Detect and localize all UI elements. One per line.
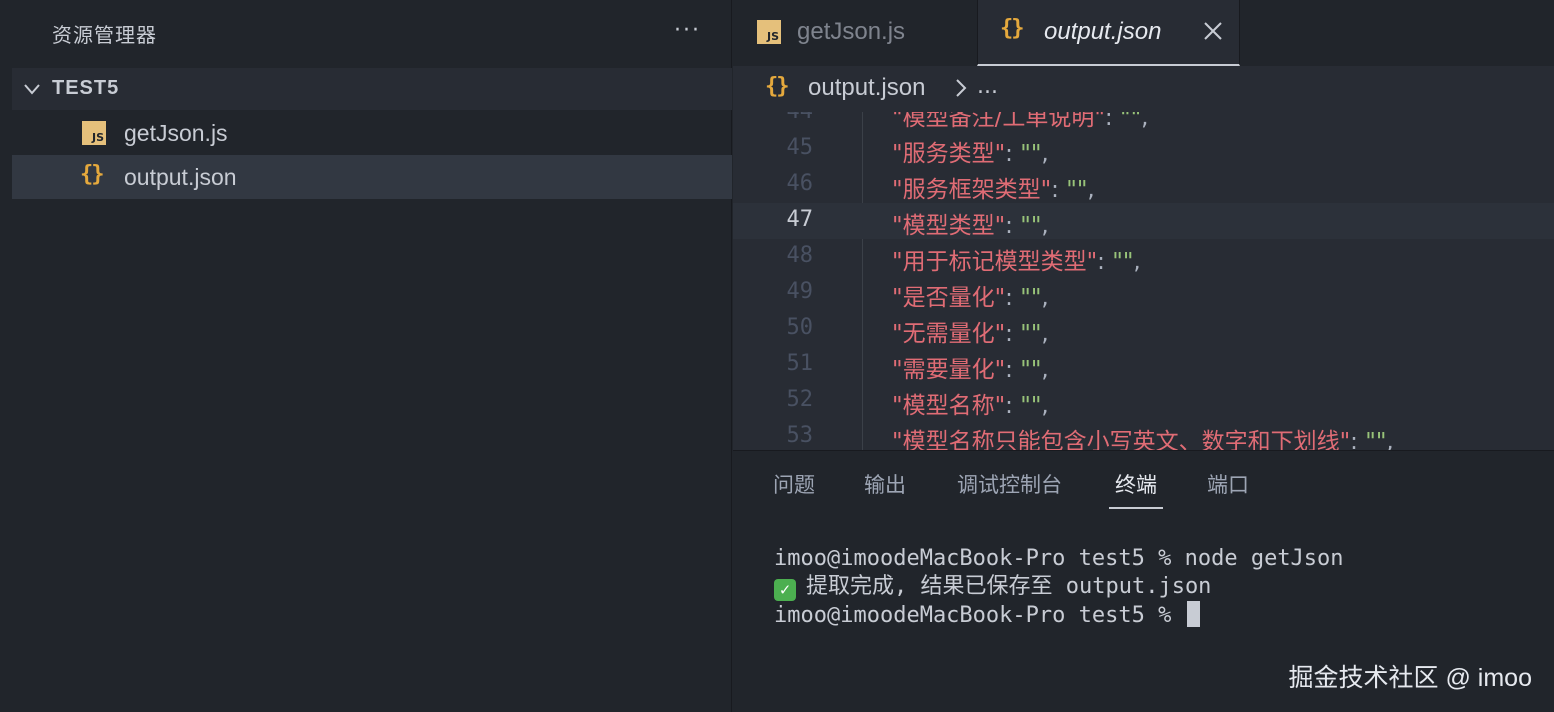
line-text: "服务框架类型": "",	[892, 177, 1095, 203]
line-number: 51	[786, 351, 814, 376]
json-key: "模型备注/工单说明"	[892, 112, 1105, 131]
line-number: 52	[786, 387, 814, 412]
file-name: getJson.js	[124, 120, 228, 146]
line-number: 47	[786, 207, 814, 232]
editor-tab-bar: JS getJson.js {} output.json	[733, 0, 1554, 66]
panel-tab-ports[interactable]: 端口	[1207, 469, 1249, 509]
line-text: "无需量化": "",	[892, 321, 1049, 347]
json-key: "模型名称只能包含小写英文、数字和下划线"	[892, 429, 1351, 450]
line-text: "服务类型": "",	[892, 141, 1049, 167]
terminal-cursor	[1186, 601, 1200, 627]
terminal-message: 提取完成, 结果已保存至 output.json	[806, 574, 1212, 599]
json-key: "无需量化"	[892, 321, 1006, 347]
explorer-header: 资源管理器 ···	[0, 0, 732, 64]
terminal-output[interactable]: imoo@imoodeMacBook-Pro test5 % node getJ…	[774, 545, 1344, 629]
terminal-prompt: imoo@imoodeMacBook-Pro test5 %	[774, 603, 1185, 628]
json-value: ""	[1112, 249, 1134, 275]
tab-output-json[interactable]: {} output.json	[977, 0, 1240, 66]
code-line[interactable]: 46 "服务框架类型": "",	[733, 167, 1554, 203]
line-number: 49	[786, 279, 814, 304]
line-number: 44	[733, 112, 814, 124]
json-value: ""	[1020, 141, 1042, 167]
ellipsis-icon[interactable]: ···	[674, 18, 701, 43]
terminal-line: ✓ 提取完成, 结果已保存至 output.json	[774, 573, 1344, 601]
code-line[interactable]: 49 "是否量化": "",	[733, 275, 1554, 311]
json-key: "模型名称"	[892, 393, 1006, 419]
line-text: "是否量化": "",	[892, 285, 1049, 311]
json-value: ""	[1365, 429, 1387, 450]
js-file-icon: JS	[82, 121, 106, 145]
json-value: ""	[1066, 177, 1088, 203]
line-text: "模型名称只能包含小写英文、数字和下划线": "",	[892, 422, 1394, 450]
file-item-output-json[interactable]: {} output.json	[12, 155, 732, 199]
panel-tab-terminal[interactable]: 终端	[1109, 469, 1163, 509]
json-key: "用于标记模型类型"	[892, 249, 1098, 275]
json-value: ""	[1119, 112, 1142, 131]
line-number: 45	[786, 135, 814, 160]
line-text: "模型名称": "",	[892, 393, 1049, 419]
json-key: "是否量化"	[892, 285, 1006, 311]
check-icon: ✓	[774, 579, 796, 601]
json-key: "需要量化"	[892, 357, 1006, 383]
chevron-down-icon	[24, 84, 40, 95]
tab-label: getJson.js	[797, 18, 906, 45]
chevron-right-icon	[956, 79, 967, 97]
code-lines: 44 "模型备注/工单说明": "", 45 "服务类型": "", 46 "服务框架类型…	[733, 112, 1554, 450]
tab-label: output.json	[1044, 18, 1162, 45]
panel-tab-problems[interactable]: 问题	[773, 469, 815, 509]
code-line[interactable]: 50 "无需量化": "",	[733, 311, 1554, 347]
json-value: ""	[1020, 285, 1042, 311]
json-value: ""	[1020, 393, 1042, 419]
code-line[interactable]: 51 "需要量化": "",	[733, 347, 1554, 383]
code-line[interactable]: 47 "模型类型": "",	[733, 203, 1554, 239]
json-value: ""	[1020, 321, 1042, 347]
terminal-line: imoo@imoodeMacBook-Pro test5 % node getJ…	[774, 546, 1344, 571]
json-file-icon: {}	[765, 74, 789, 99]
panel-tab-output[interactable]: 输出	[864, 469, 906, 509]
json-file-icon: {}	[1000, 16, 1024, 41]
folder-label: TEST5	[52, 77, 120, 99]
explorer-title: 资源管理器	[52, 23, 157, 47]
folder-test5[interactable]: TEST5	[12, 68, 732, 110]
code-line[interactable]: 44 "模型备注/工单说明": "",	[733, 112, 1554, 131]
line-text: "需要量化": "",	[892, 357, 1049, 383]
code-line[interactable]: 48 "用于标记模型类型": "",	[733, 239, 1554, 275]
breadcrumb-file[interactable]: output.json	[808, 74, 925, 102]
breadcrumb-more[interactable]: ...	[977, 74, 998, 99]
code-line[interactable]: 52 "模型名称": "",	[733, 383, 1554, 419]
json-key: "服务框架类型"	[892, 177, 1052, 203]
line-text: "用于标记模型类型": "",	[892, 249, 1141, 275]
line-text: "模型类型": "",	[892, 213, 1049, 239]
code-line[interactable]: 45 "服务类型": "",	[733, 131, 1554, 167]
panel-tab-debug-console[interactable]: 调试控制台	[957, 469, 1062, 509]
json-value: ""	[1020, 213, 1042, 239]
breadcrumb: {} output.json ...	[733, 66, 1554, 112]
json-value: ""	[1020, 357, 1042, 383]
line-text: "模型备注/工单说明": "",	[892, 112, 1148, 132]
line-number: 50	[786, 315, 814, 340]
close-icon[interactable]	[1200, 18, 1226, 44]
file-item-getjson[interactable]: JS getJson.js	[12, 111, 732, 155]
code-line[interactable]: 53 "模型名称只能包含小写英文、数字和下划线": "",	[733, 419, 1554, 450]
bottom-panel: 问题 输出 调试控制台 终端 端口 imoo@imoodeMacBook-Pro…	[733, 450, 1554, 712]
line-number: 48	[786, 243, 814, 268]
js-file-icon: JS	[757, 20, 781, 44]
json-key: "模型类型"	[892, 213, 1006, 239]
file-name: output.json	[124, 164, 237, 190]
tab-getjson[interactable]: JS getJson.js	[733, 0, 977, 66]
code-editor[interactable]: {} output.json ... 44 "模型备注/工单说明": "", 45 "…	[733, 66, 1554, 450]
watermark: 掘金技术社区 @ imoo	[1288, 664, 1532, 692]
json-file-icon: {}	[80, 162, 104, 187]
explorer-sidebar: 资源管理器 ··· TEST5 JS getJson.js {} output.…	[0, 0, 732, 712]
json-key: "服务类型"	[892, 141, 1006, 167]
terminal-line: imoo@imoodeMacBook-Pro test5 %	[774, 601, 1344, 629]
line-number: 46	[786, 171, 814, 196]
line-number: 53	[786, 423, 814, 448]
